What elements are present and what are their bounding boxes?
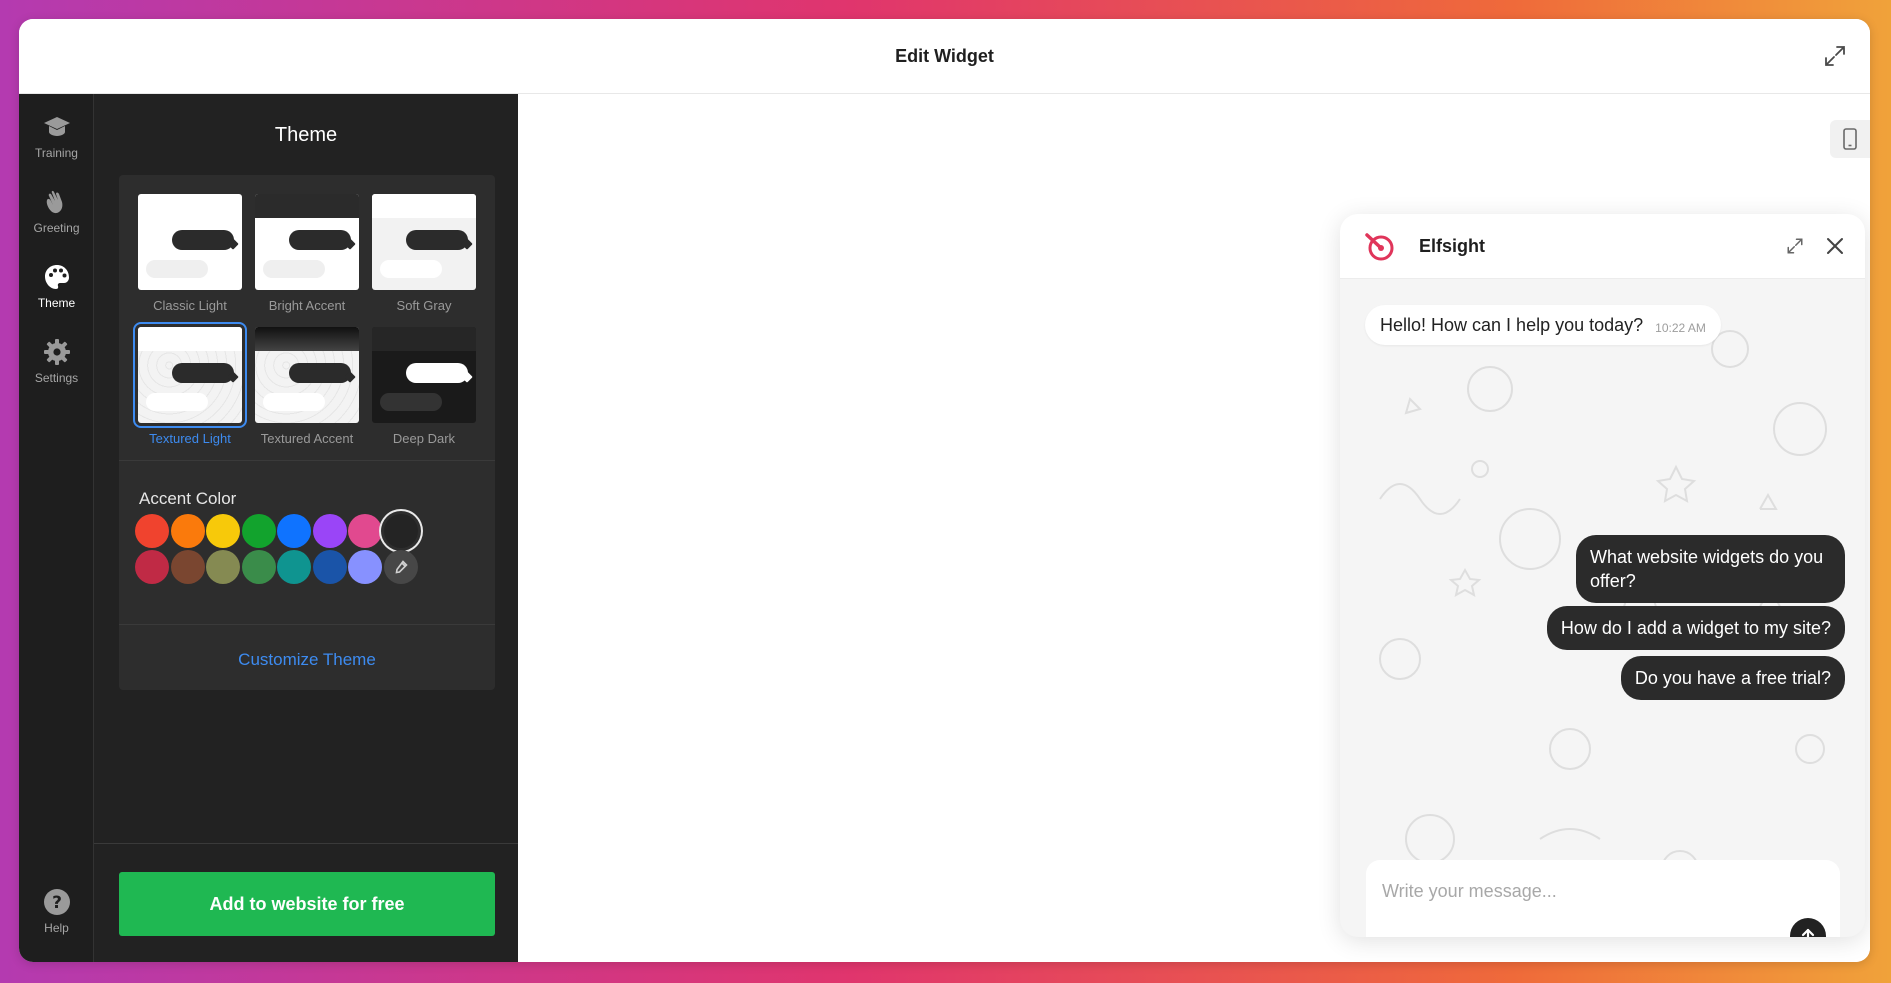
accent-swatch[interactable] [277, 514, 311, 548]
edit-widget-window: Edit Widget Training Greeting Theme Sett… [19, 19, 1870, 962]
suggestion-button[interactable]: Do you have a free trial? [1620, 656, 1845, 700]
chat-body: Hello! How can I help you today? 10:22 A… [1340, 279, 1865, 937]
theme-thumbnail [255, 194, 359, 290]
theme-grid: Classic Light Bright Accent Soft Gray Te… [133, 194, 478, 464]
divider [119, 460, 495, 461]
panel-title: Theme [274, 124, 338, 146]
theme-label: Classic Light [153, 298, 227, 313]
accent-swatch[interactable] [348, 514, 382, 548]
accent-swatch[interactable] [312, 514, 347, 548]
chat-close-button[interactable] [1823, 234, 1847, 258]
theme-label: Bright Accent [268, 298, 346, 313]
message-text: Hello! How can I help you today? [1380, 314, 1644, 335]
send-button[interactable] [1790, 918, 1826, 937]
theme-soft-gray[interactable]: Soft Gray [372, 194, 476, 324]
rail-item-label: Greeting [33, 221, 80, 235]
divider [94, 843, 518, 844]
theme-thumbnail [138, 194, 242, 290]
phone-icon [1843, 128, 1857, 150]
gear-icon [43, 339, 70, 365]
theme-thumbnail [133, 322, 247, 428]
add-to-website-button[interactable]: Add to website for free [119, 872, 495, 936]
graduation-cap-icon [43, 117, 70, 136]
rail-item-greeting[interactable]: Greeting [19, 177, 94, 247]
chat-header: Elfsight [1340, 214, 1865, 279]
accent-swatch[interactable] [383, 514, 418, 548]
title-bar: Edit Widget [19, 19, 1870, 94]
theme-label: Textured Light [149, 431, 231, 446]
mobile-preview-button[interactable] [1830, 120, 1870, 158]
theme-thumbnail [255, 327, 359, 423]
divider [119, 624, 495, 625]
theme-textured-light[interactable]: Textured Light [133, 322, 247, 457]
accent-swatch[interactable] [206, 550, 240, 584]
theme-label: Soft Gray [396, 298, 452, 313]
theme-label: Textured Accent [260, 431, 354, 446]
theme-thumbnail [372, 327, 476, 423]
rail-item-training[interactable]: Training [19, 102, 94, 172]
color-picker-button[interactable] [383, 550, 418, 584]
close-icon [1827, 238, 1843, 254]
chat-widget: Elfsight Hello! How can I help you today… [1340, 214, 1865, 937]
bot-message: Hello! How can I help you today? 10:22 A… [1365, 305, 1721, 345]
fullscreen-button[interactable] [1820, 41, 1850, 71]
theme-thumbnail [372, 194, 476, 290]
suggestion-button[interactable]: What website widgets do you offer? [1576, 535, 1845, 603]
chat-expand-button[interactable] [1783, 234, 1807, 258]
message-composer [1366, 860, 1840, 937]
theme-label: Deep Dark [392, 431, 456, 446]
accent-swatch[interactable] [170, 550, 205, 584]
rail-item-settings[interactable]: Settings [19, 327, 94, 397]
message-input[interactable] [1382, 878, 1802, 904]
elfsight-logo-icon [1365, 233, 1394, 261]
rail-item-label: Help [44, 921, 69, 935]
message-time: 10:22 AM [1655, 321, 1706, 335]
window-title: Edit Widget [895, 45, 994, 66]
arrow-up-icon [1801, 928, 1815, 937]
chat-title: Elfsight [1419, 236, 1485, 256]
accent-swatch[interactable] [241, 550, 276, 584]
rail-item-label: Theme [37, 296, 76, 310]
expand-arrows-icon [1825, 46, 1845, 66]
eyedropper-icon [395, 560, 408, 574]
palette-icon [44, 265, 69, 289]
rail-item-help[interactable]: ? Help [19, 887, 94, 957]
rail-item-label: Training [35, 146, 78, 160]
accent-swatch[interactable] [312, 550, 347, 584]
accent-swatch[interactable] [170, 514, 205, 548]
accent-swatch[interactable] [135, 550, 169, 584]
accent-swatch[interactable] [241, 514, 276, 548]
theme-classic-light[interactable]: Classic Light [138, 194, 242, 324]
expand-arrows-icon [1787, 238, 1803, 254]
accent-swatch[interactable] [277, 550, 311, 584]
preview-area: Elfsight Hello! How can I help you today… [518, 94, 1870, 962]
accent-swatch[interactable] [348, 550, 382, 584]
theme-textured-accent[interactable]: Textured Accent [255, 327, 359, 457]
theme-panel: Theme Classic Light Bright Accent Soft G… [94, 94, 518, 962]
customize-theme-link[interactable]: Customize Theme [119, 650, 495, 670]
suggestion-button[interactable]: How do I add a widget to my site? [1546, 606, 1845, 650]
rail-item-theme[interactable]: Theme [19, 252, 94, 322]
accent-color-title: Accent Color [139, 489, 237, 508]
theme-bright-accent[interactable]: Bright Accent [255, 194, 359, 324]
accent-swatch[interactable] [135, 514, 169, 548]
theme-deep-dark[interactable]: Deep Dark [372, 327, 476, 457]
help-icon: ? [43, 889, 70, 915]
rail-item-label: Settings [34, 371, 79, 385]
accent-swatch[interactable] [206, 514, 240, 548]
svg-text:?: ? [52, 893, 62, 913]
side-rail: Training Greeting Theme Settings ? Help [19, 94, 94, 962]
theme-card: Classic Light Bright Accent Soft Gray Te… [119, 175, 495, 690]
waving-hand-icon [46, 190, 62, 214]
